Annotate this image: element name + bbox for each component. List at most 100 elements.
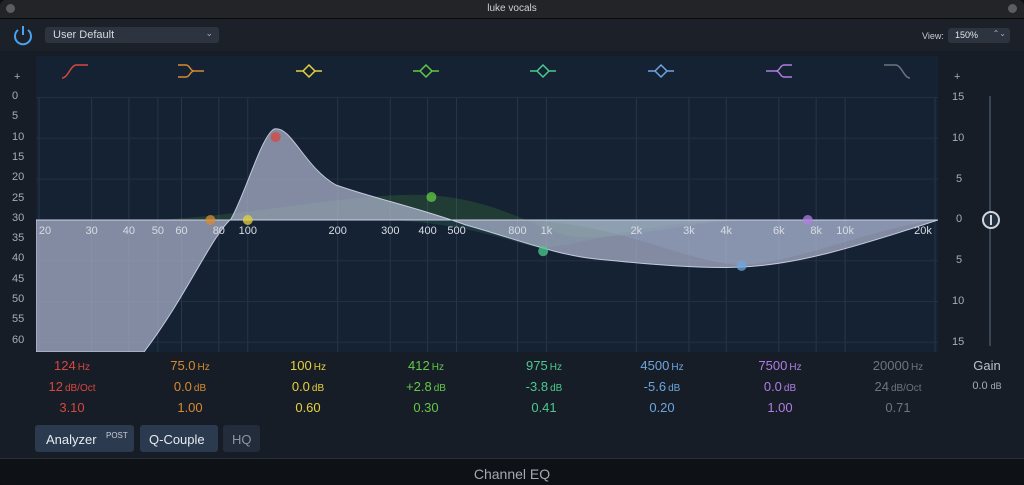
band-params-low-shelf: 75.0 Hz 0.0 dB 1.00 bbox=[135, 358, 245, 421]
band-node-parametric-2[interactable] bbox=[426, 192, 437, 203]
parametric-3-icon[interactable] bbox=[528, 62, 558, 80]
left-scale: + 0 5 10 15 20 25 30 35 40 45 50 55 60 bbox=[0, 56, 30, 356]
gain-slider[interactable] bbox=[982, 96, 1000, 346]
band-freq-value: 975 bbox=[526, 358, 548, 373]
left-scale-label: 35 bbox=[12, 232, 25, 245]
left-scale-label: 40 bbox=[12, 252, 25, 265]
band-node-low-cut[interactable] bbox=[270, 132, 281, 142]
analyzer-mode[interactable]: POST bbox=[106, 431, 128, 440]
parametric-4-icon[interactable] bbox=[646, 62, 676, 80]
band-node-parametric-4[interactable] bbox=[736, 260, 747, 271]
band-q-field[interactable]: 0.60 bbox=[253, 400, 363, 421]
low-shelf-icon[interactable] bbox=[176, 62, 206, 80]
band-gain-unit: dB bbox=[783, 383, 797, 394]
band-params-parametric-1: 100 Hz 0.0 dB 0.60 bbox=[253, 358, 363, 421]
frequency-label: 80 bbox=[213, 225, 225, 237]
left-scale-label: 45 bbox=[12, 272, 25, 285]
band-q-field[interactable]: 3.10 bbox=[17, 400, 127, 421]
stepper-icon: ⌃⌄ bbox=[992, 29, 1006, 38]
band-gain-field[interactable]: 0.0 dB bbox=[725, 379, 835, 400]
preset-label: User Default bbox=[53, 29, 115, 41]
band-gain-unit: dB/Oct bbox=[64, 383, 96, 394]
band-gain-field[interactable]: 0.0 dB bbox=[135, 379, 245, 400]
band-q-value: 0.20 bbox=[649, 400, 675, 415]
band-gain-unit: dB/Oct bbox=[890, 383, 922, 394]
analyzer-label: Analyzer bbox=[46, 432, 97, 447]
power-icon[interactable] bbox=[10, 23, 36, 49]
band-freq-unit: Hz bbox=[197, 362, 210, 373]
right-scale-label: 5 bbox=[956, 254, 963, 267]
high-cut-icon[interactable] bbox=[882, 62, 912, 80]
band-freq-field[interactable]: 75.0 Hz bbox=[135, 358, 245, 379]
band-params-parametric-2: 412 Hz +2.8 dB 0.30 bbox=[371, 358, 481, 421]
frequency-label: 1k bbox=[541, 225, 553, 237]
right-scale-label: 10 bbox=[952, 131, 965, 144]
right-scale-label: 5 bbox=[956, 172, 963, 185]
frequency-label: 3k bbox=[683, 225, 695, 237]
band-gain-field[interactable]: 12 dB/Oct bbox=[17, 379, 127, 400]
parametric-1-icon[interactable] bbox=[294, 62, 324, 80]
band-node-parametric-1[interactable] bbox=[242, 215, 253, 225]
eq-plot[interactable]: 20 30 40 50 60 80 100 200 300 400 500 800 1k 2k 3k 4k 6k… bbox=[36, 97, 938, 352]
band-freq-value: 412 bbox=[408, 358, 430, 373]
frequency-label: 300 bbox=[381, 225, 399, 237]
high-shelf-icon[interactable] bbox=[764, 62, 794, 80]
frequency-label: 2k bbox=[631, 225, 643, 237]
band-q-value: 3.10 bbox=[59, 400, 85, 415]
toolbar: User Default ⌄ View: 150% ⌃⌄ bbox=[0, 19, 1024, 51]
band-freq-field[interactable]: 7500 Hz bbox=[725, 358, 835, 379]
band-freq-field[interactable]: 100 Hz bbox=[253, 358, 363, 379]
band-node-parametric-3[interactable] bbox=[538, 246, 549, 257]
left-scale-label: 10 bbox=[12, 130, 25, 143]
band-q-field[interactable]: 0.20 bbox=[607, 400, 717, 421]
hq-button[interactable]: HQ bbox=[223, 425, 260, 452]
q-couple-button[interactable]: Q-Couple bbox=[140, 425, 218, 452]
band-freq-field[interactable]: 975 Hz bbox=[489, 358, 599, 379]
band-gain-field[interactable]: -3.8 dB bbox=[489, 379, 599, 400]
band-freq-field[interactable]: 4500 Hz bbox=[607, 358, 717, 379]
band-freq-field[interactable]: 124 Hz bbox=[17, 358, 127, 379]
gain-value-field[interactable]: 0.0 dB bbox=[952, 380, 1022, 392]
band-q-field[interactable]: 0.41 bbox=[489, 400, 599, 421]
chevron-down-icon: ⌄ bbox=[205, 28, 213, 38]
band-gain-field[interactable]: 0.0 dB bbox=[253, 379, 363, 400]
left-scale-label: 0 bbox=[12, 90, 19, 102]
band-gain-value: -5.6 bbox=[643, 379, 667, 394]
frequency-label: 20 bbox=[39, 225, 51, 237]
band-freq-field[interactable]: 20000 Hz bbox=[843, 358, 953, 379]
preset-menu[interactable]: User Default ⌄ bbox=[45, 27, 219, 43]
left-scale-label: 55 bbox=[12, 313, 25, 326]
frequency-label: 40 bbox=[123, 225, 135, 237]
parametric-2-icon[interactable] bbox=[411, 62, 441, 80]
analyzer-button[interactable]: Analyzer POST bbox=[35, 425, 134, 452]
band-q-field[interactable]: 1.00 bbox=[135, 400, 245, 421]
scale-plus-left[interactable]: + bbox=[14, 71, 20, 83]
view-zoom-value: 150% bbox=[955, 30, 979, 40]
band-node-low-shelf[interactable] bbox=[205, 215, 216, 225]
view-zoom-select[interactable]: 150% ⌃⌄ bbox=[948, 28, 1010, 43]
scale-plus-right[interactable]: + bbox=[954, 71, 960, 83]
low-cut-icon[interactable] bbox=[60, 62, 90, 80]
gain-slider-knob[interactable] bbox=[982, 211, 1000, 229]
frequency-label: 200 bbox=[328, 225, 346, 237]
left-scale-label: 50 bbox=[12, 293, 25, 305]
band-freq-field[interactable]: 412 Hz bbox=[371, 358, 481, 379]
view-label: View: bbox=[922, 31, 944, 41]
band-gain-field[interactable]: -5.6 dB bbox=[607, 379, 717, 400]
gain-readout: Gain 0.0 dB bbox=[952, 358, 1022, 392]
band-q-field[interactable]: 0.71 bbox=[843, 400, 953, 421]
eq-display[interactable]: 20 30 40 50 60 80 100 200 300 400 500 800 1k 2k 3k 4k 6k… bbox=[36, 56, 938, 352]
band-gain-field[interactable]: +2.8 dB bbox=[371, 379, 481, 400]
band-node-high-shelf[interactable] bbox=[802, 215, 813, 225]
band-params-parametric-3: 975 Hz -3.8 dB 0.41 bbox=[489, 358, 599, 421]
band-freq-unit: Hz bbox=[313, 362, 326, 373]
band-gain-field[interactable]: 24 dB/Oct bbox=[843, 379, 953, 400]
band-q-value: 0.60 bbox=[295, 400, 321, 415]
band-q-field[interactable]: 1.00 bbox=[725, 400, 835, 421]
band-freq-unit: Hz bbox=[671, 362, 684, 373]
right-scale-label: 10 bbox=[952, 295, 965, 307]
band-freq-unit: Hz bbox=[789, 362, 802, 373]
band-q-field[interactable]: 0.30 bbox=[371, 400, 481, 421]
band-gain-unit: dB bbox=[433, 383, 446, 394]
left-scale-label: 20 bbox=[12, 171, 25, 184]
